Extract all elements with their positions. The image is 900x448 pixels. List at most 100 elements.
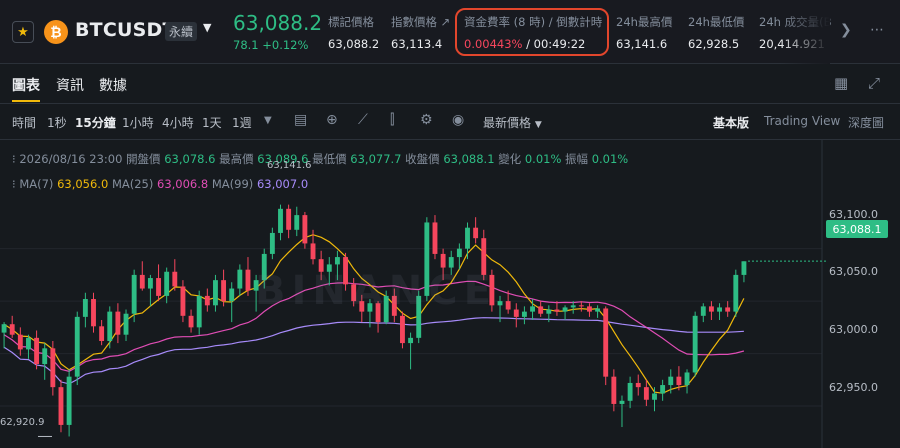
candle-body [611, 376, 617, 404]
candle-type-icon[interactable]: ⫿ [390, 112, 394, 128]
candle-body [440, 253, 446, 268]
ma-info-row: ⁝ MA(7) 63,056.0 MA(25) 63,006.8 MA(99) … [12, 177, 308, 191]
ma7-line [3, 234, 745, 394]
ohlc-info-row: ⁝ 2026/08/16 23:00 開盤價 63,078.6 最高價 63,0… [12, 151, 628, 167]
candle-body [554, 309, 560, 312]
view-tradingview[interactable]: Trading View [764, 114, 840, 128]
settings-icon[interactable]: ⚙ [420, 112, 433, 128]
candle-body [334, 257, 340, 265]
low-24h-value: 62,928.5 [688, 37, 740, 51]
current-price-tag: 63,088.1 [826, 220, 888, 238]
candle-body [513, 309, 519, 317]
candle-body [180, 286, 186, 316]
layout-grid-icon[interactable]: ▦ [834, 74, 848, 92]
candle-body [221, 280, 227, 302]
interval-15m[interactable]: 15分鐘 [75, 114, 116, 131]
candle-body [505, 301, 511, 310]
candle-body [172, 271, 178, 287]
candle-body [302, 215, 308, 244]
calendar-icon[interactable]: ▤ [294, 112, 307, 128]
y-tick-label: 63,050.0 [829, 265, 878, 278]
price-source-label: 最新價格 [483, 116, 532, 130]
candle-body [123, 313, 129, 335]
index-price-stat[interactable]: 指數價格 ↗ 63,113.4 [391, 14, 450, 51]
funding-rate-label: 資金費率 (8 時) / 倒數計時 [464, 15, 603, 29]
candle-body [34, 337, 40, 365]
ma99-line [3, 317, 744, 385]
candle-body [684, 372, 690, 386]
mark-price-value: 63,088.2 [328, 37, 380, 51]
interval-time[interactable]: 時間 [12, 114, 36, 131]
candle-body [66, 376, 72, 425]
candle-body [587, 306, 592, 312]
high-24h-label: 24h最高價 [616, 15, 673, 29]
candle-body [408, 337, 414, 344]
expand-icon[interactable]: ⤢ [868, 74, 880, 92]
ma25-value: 63,006.8 [157, 177, 209, 191]
candle-body [107, 311, 113, 341]
candle-body [432, 222, 438, 254]
candle-body [692, 315, 698, 373]
chart-tabs: 圖表 資訊 數據 ▦ ⤢ [0, 64, 900, 104]
favorite-star-icon[interactable]: ★ [12, 21, 34, 43]
ohlc-expand-icon[interactable]: ⁝ [12, 152, 16, 166]
candle-body [456, 248, 462, 258]
contract-type-badge: 永續 [165, 22, 198, 41]
candle-body [82, 299, 88, 317]
candle-body [570, 305, 576, 308]
tab-chart[interactable]: 圖表 [12, 75, 40, 95]
ma-expand-icon[interactable]: ⁝ [12, 177, 16, 191]
candle-body [237, 269, 243, 289]
price-change: 78.1 +0.12% [233, 38, 309, 52]
candle-body [310, 243, 316, 260]
chevron-right-icon[interactable]: ❯ [840, 22, 852, 38]
candle-datetime: 2026/08/16 23:00 [19, 152, 123, 166]
interval-1s[interactable]: 1秒 [47, 114, 67, 131]
candle-body [473, 227, 479, 239]
open-label: 開盤價 [126, 152, 161, 166]
exchange-watermark: BINANCE [255, 268, 497, 314]
candle-body [131, 274, 137, 314]
view-basic[interactable]: 基本版 [713, 114, 749, 131]
index-price-value: 63,113.4 [391, 37, 443, 51]
ma7-value: 63,056.0 [57, 177, 109, 191]
candle-body [530, 306, 535, 312]
candle-body [708, 306, 714, 312]
candle-body [562, 307, 568, 312]
interval-1w[interactable]: 1週 [232, 114, 252, 131]
interval-dropdown-caret-icon[interactable]: ▼ [264, 115, 272, 126]
interval-4h[interactable]: 4小時 [162, 114, 194, 131]
more-options-icon[interactable]: ⋯ [870, 22, 885, 38]
candle-body [497, 301, 503, 306]
line-chart-icon[interactable]: ⟋ [358, 112, 368, 128]
ma25-label: MA(25) [111, 177, 154, 191]
funding-rate-stat: 資金費率 (8 時) / 倒數計時 0.00443% / 00:49:22 [464, 14, 602, 51]
low-label: 最低價 [312, 152, 347, 166]
high-24h-value: 63,141.6 [616, 37, 668, 51]
candle-body [164, 271, 170, 296]
y-tick-label: 62,950.0 [829, 381, 878, 394]
candle-body [733, 274, 739, 312]
candle-body [188, 315, 194, 328]
last-price: 63,088.2 [233, 11, 323, 35]
ma7-label: MA(7) [19, 177, 54, 191]
add-indicator-icon[interactable]: ⊕ [326, 112, 338, 128]
amplitude-value: 0.01% [591, 152, 629, 166]
low-24h-stat: 24h最低價 62,928.5 [688, 14, 744, 51]
view-depth[interactable]: 深度圖 [848, 114, 884, 131]
funding-rate-value: 0.00443% [464, 37, 523, 51]
tab-info[interactable]: 資訊 [56, 75, 84, 95]
candlestick-chart[interactable]: BINANCE ⁝ 2026/08/16 23:00 開盤價 63,078.6 … [0, 140, 900, 448]
symbol-dropdown-caret-icon[interactable]: ▼ [203, 21, 211, 34]
low-marker-label: 62,920.9 [0, 417, 45, 428]
interval-1h[interactable]: 1小時 [122, 114, 154, 131]
candle-body [660, 385, 666, 394]
ticker-bar: ★ ₿ BTCUSDT 永續 ▼ 63,088.2 78.1 +0.12% 標記… [0, 0, 900, 64]
price-source-select[interactable]: 最新價格 ▼ [483, 114, 542, 131]
drawing-tool-icon[interactable]: ◉ [452, 112, 464, 128]
symbol-name[interactable]: BTCUSDT [75, 19, 176, 41]
interval-1d[interactable]: 1天 [202, 114, 222, 131]
candle-body [9, 324, 15, 335]
candle-body [595, 308, 601, 312]
tab-data[interactable]: 數據 [99, 75, 127, 95]
